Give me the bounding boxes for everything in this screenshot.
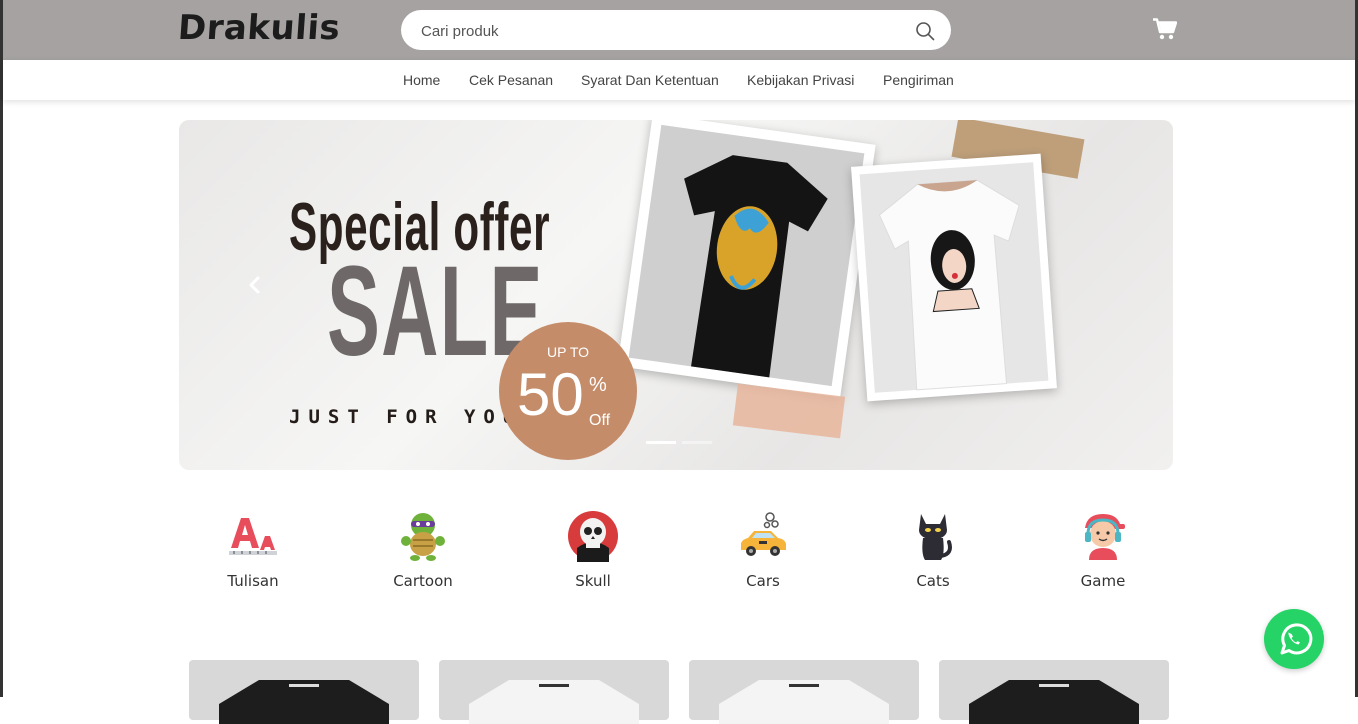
whatsapp-icon xyxy=(1280,623,1313,655)
cart-icon[interactable] xyxy=(1153,18,1177,40)
white-tshirt-photo xyxy=(851,153,1057,402)
black-tshirt-image xyxy=(219,680,389,724)
white-tshirt-image xyxy=(469,680,639,724)
product-card[interactable] xyxy=(689,660,919,724)
black-tshirt-photo xyxy=(617,120,876,398)
main-nav: Home Cek Pesanan Syarat Dan Ketentuan Ke… xyxy=(3,60,1355,100)
nav-home[interactable]: Home xyxy=(403,72,440,88)
search-icon[interactable] xyxy=(915,21,935,41)
product-card[interactable] xyxy=(939,660,1169,724)
nav-syarat-dan-ketentuan[interactable]: Syarat Dan Ketentuan xyxy=(581,72,719,88)
whatsapp-button[interactable] xyxy=(1264,609,1324,669)
white-tshirt-image xyxy=(719,680,889,724)
product-card[interactable] xyxy=(439,660,669,724)
black-tshirt-image xyxy=(969,680,1139,724)
carousel-prev-icon[interactable] xyxy=(243,270,265,300)
window-left-edge xyxy=(0,0,3,697)
cat-icon xyxy=(919,514,952,560)
category-label: Cats xyxy=(916,572,950,590)
badge-percent: 50 xyxy=(517,361,584,428)
site-logo[interactable]: Drakulis xyxy=(177,8,342,48)
carousel-indicator-1[interactable] xyxy=(646,441,676,444)
carousel-indicator-2[interactable] xyxy=(682,441,712,444)
letters-icon xyxy=(229,518,277,555)
nav-cek-pesanan[interactable]: Cek Pesanan xyxy=(469,72,553,88)
turtle-icon xyxy=(401,513,445,561)
promo-banner-carousel[interactable]: Special offer SALE JUST FOR YOU UP TO 50… xyxy=(179,120,1173,470)
category-cars[interactable]: Cars xyxy=(693,510,833,590)
category-game[interactable]: Game xyxy=(1033,510,1173,590)
discount-badge: UP TO 50 % Off xyxy=(499,322,637,460)
search-input[interactable] xyxy=(419,10,903,52)
search-box xyxy=(401,10,951,52)
banner-tagline: JUST FOR YOU xyxy=(289,406,523,428)
badge-upto: UP TO xyxy=(546,344,590,360)
gamer-icon xyxy=(1085,514,1125,560)
category-cats[interactable]: Cats xyxy=(863,510,1003,590)
nav-kebijakan-privasi[interactable]: Kebijakan Privasi xyxy=(747,72,854,88)
category-label: Skull xyxy=(575,572,611,590)
category-label: Game xyxy=(1080,572,1126,590)
category-label: Tulisan xyxy=(227,572,279,590)
category-skull[interactable]: Skull xyxy=(523,510,663,590)
category-cartoon[interactable]: Cartoon xyxy=(353,510,493,590)
nav-pengiriman[interactable]: Pengiriman xyxy=(883,72,954,88)
product-card[interactable] xyxy=(189,660,419,724)
category-label: Cars xyxy=(746,572,780,590)
category-tulisan[interactable]: Tulisan xyxy=(183,510,323,590)
skull-icon xyxy=(568,511,618,562)
car-icon xyxy=(741,512,786,556)
badge-off: Off xyxy=(589,412,611,429)
category-label: Cartoon xyxy=(393,572,453,590)
badge-percent-sign: % xyxy=(589,374,607,396)
